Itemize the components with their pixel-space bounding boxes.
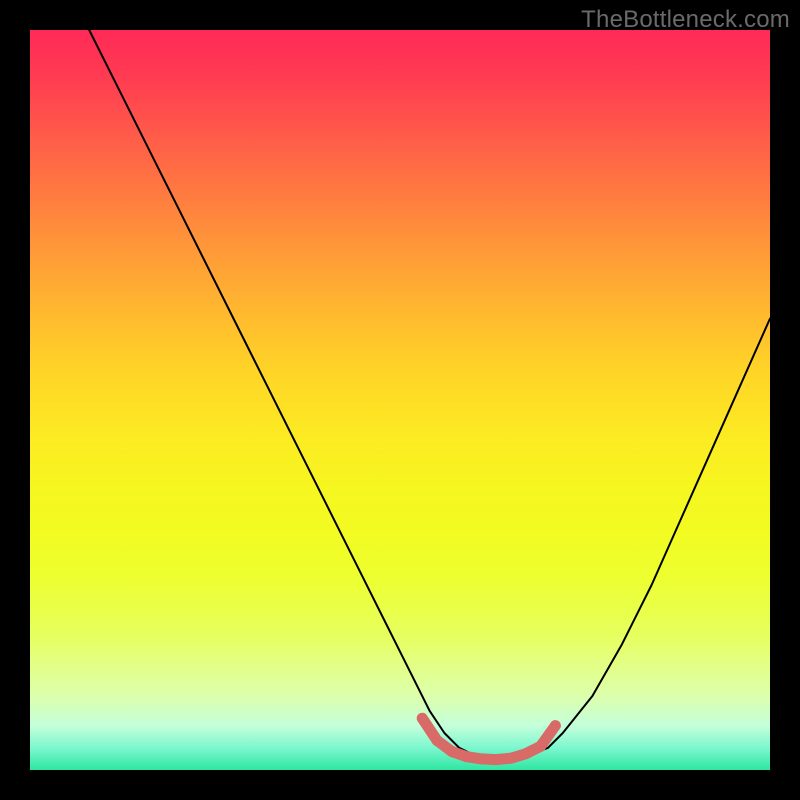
plot-area [30,30,770,770]
chart-svg [30,30,770,770]
chart-frame: TheBottleneck.com [0,0,800,800]
highlight-segment [422,718,437,740]
bottleneck-curve [89,30,770,759]
highlight-markers [422,718,555,759]
